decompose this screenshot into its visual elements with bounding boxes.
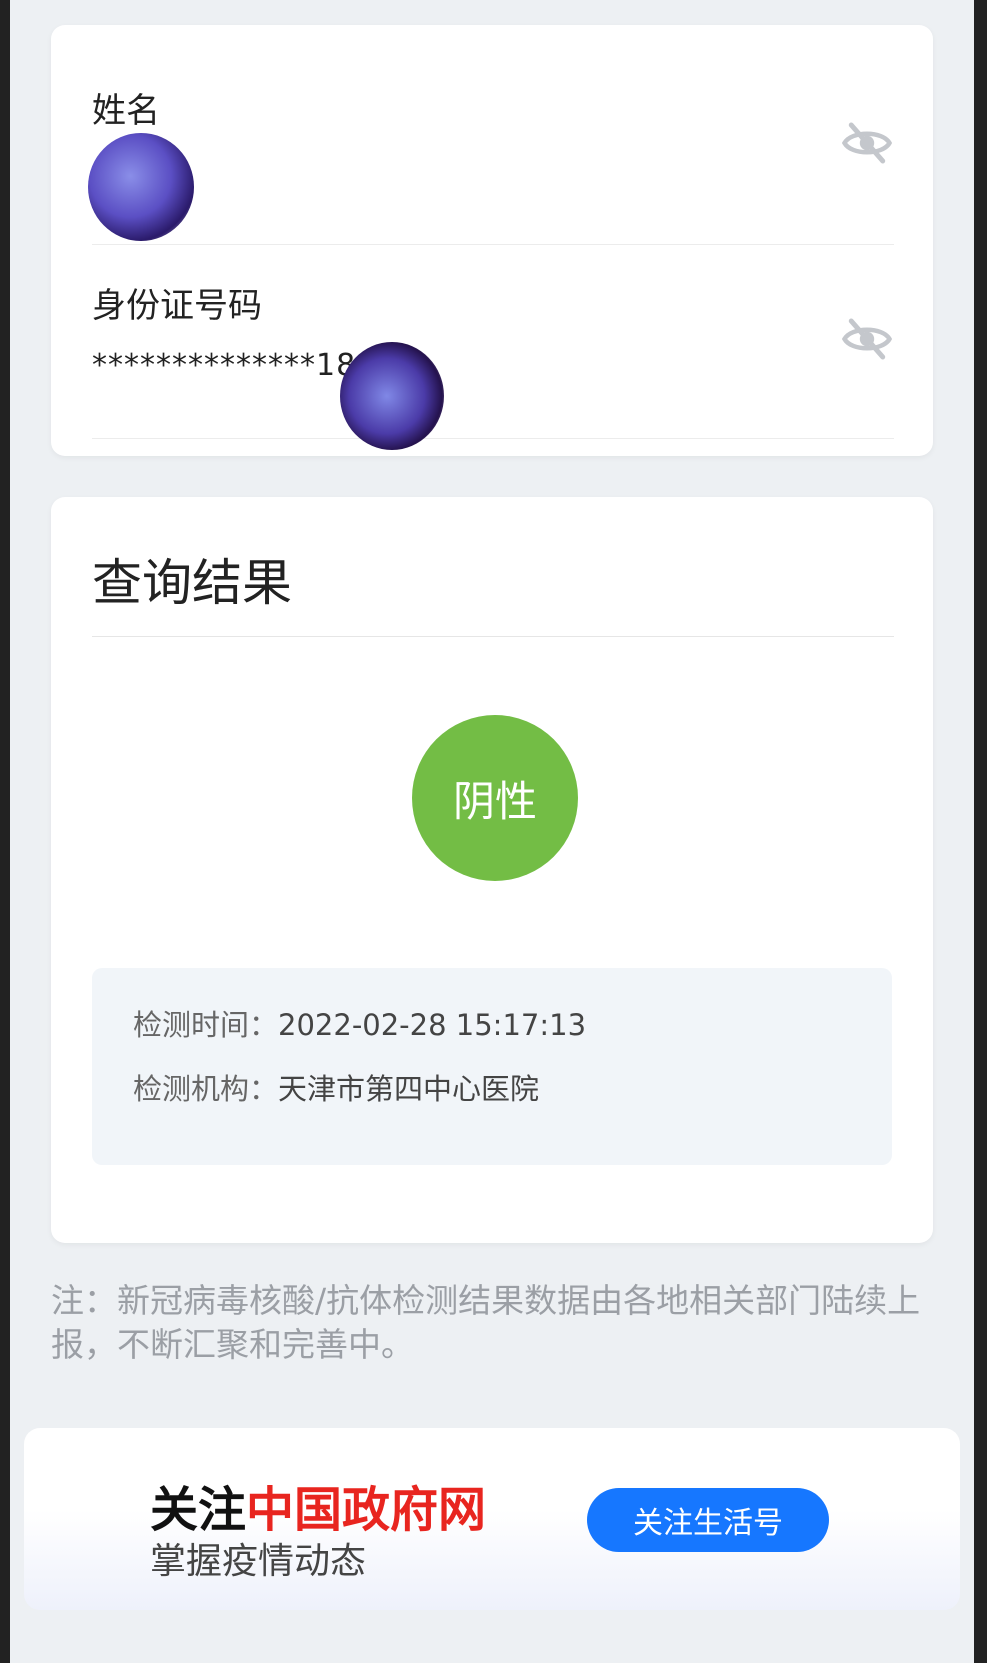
screen: 姓名 身份证号码 **************18 查询结果 阴性 检测时间：2…: [10, 0, 974, 1663]
eye-off-icon[interactable]: [840, 312, 894, 366]
name-field: 姓名: [88, 61, 894, 245]
banner-subtitle: 掌握疫情动态: [150, 1541, 367, 1582]
banner-title: 关注中国政府网: [150, 1470, 486, 1540]
result-status-text: 阴性: [452, 776, 537, 826]
name-label: 姓名: [92, 91, 160, 131]
id-number-value: **************18: [92, 348, 357, 383]
test-institution-label: 检测机构：: [133, 1072, 279, 1106]
test-time-value: 2022-02-28 15:17:13: [278, 1008, 587, 1042]
banner-title-prefix: 关注: [150, 1482, 247, 1538]
disclaimer-note: 注：新冠病毒核酸/抗体检测结果数据由各地相关部门陆续上报，不断汇聚和完善中。: [51, 1281, 921, 1364]
result-card: 查询结果 阴性 检测时间：2022-02-28 15:17:13 检测机构：天津…: [51, 497, 933, 1243]
test-institution-value: 天津市第四中心医院: [278, 1072, 540, 1106]
eye-off-icon[interactable]: [840, 116, 894, 170]
result-status-badge: 阴性: [412, 715, 578, 881]
test-time-row: 检测时间：2022-02-28 15:17:13: [133, 1002, 586, 1044]
id-redaction-sticker: [340, 342, 444, 450]
identity-card: 姓名 身份证号码 **************18: [51, 25, 933, 456]
follow-button[interactable]: 关注生活号: [587, 1488, 829, 1552]
result-title: 查询结果: [92, 554, 292, 612]
banner-title-highlight: 中国政府网: [246, 1482, 487, 1538]
id-number-field: 身份证号码 **************18: [92, 256, 894, 450]
test-institution-row: 检测机构：天津市第四中心医院: [133, 1066, 539, 1108]
promo-banner[interactable]: 关注中国政府网 掌握疫情动态 关注生活号: [24, 1428, 960, 1610]
name-redaction-sticker: [88, 133, 194, 241]
test-time-label: 检测时间：: [133, 1008, 279, 1042]
id-number-label: 身份证号码: [92, 286, 262, 326]
test-info-box: 检测时间：2022-02-28 15:17:13 检测机构：天津市第四中心医院: [92, 968, 892, 1165]
divider: [92, 636, 894, 637]
